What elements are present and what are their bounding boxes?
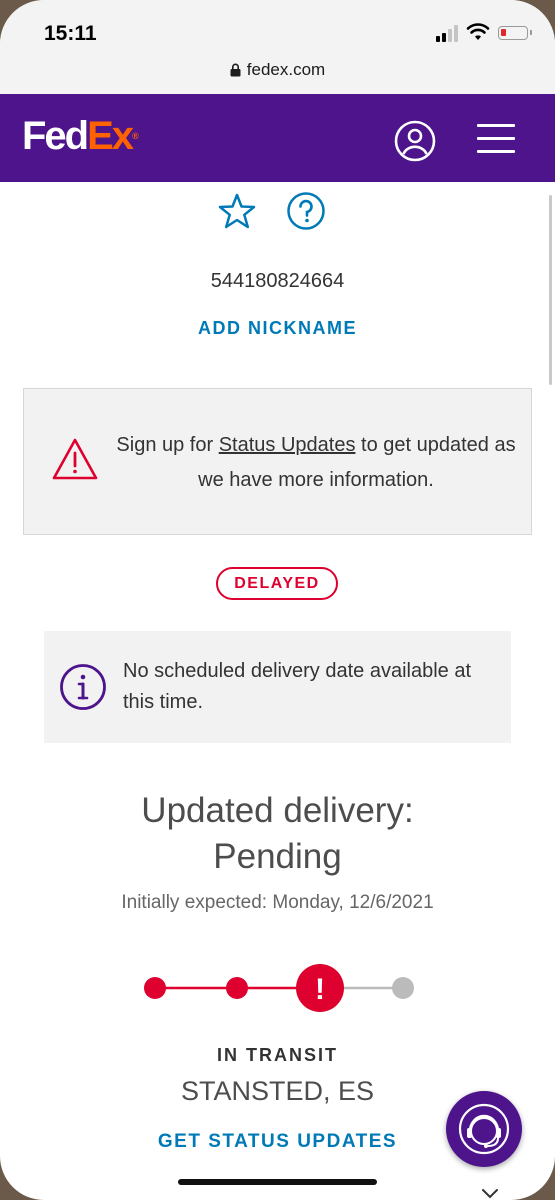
wifi-icon (466, 23, 490, 40)
fedex-logo[interactable]: FedEx® (22, 114, 139, 158)
info-message: No scheduled delivery date available at … (123, 660, 471, 713)
add-nickname-link[interactable]: ADD NICKNAME (0, 318, 555, 339)
battery-low-icon (498, 26, 532, 40)
progress-step-pending (392, 977, 414, 999)
warning-triangle-icon (52, 438, 98, 480)
status-bar: 15:11 (0, 0, 555, 58)
transit-status-label: IN TRANSIT (217, 1045, 338, 1065)
info-icon (60, 664, 106, 710)
chevron-down-icon[interactable] (480, 1188, 500, 1200)
signal-icon (436, 24, 462, 42)
delivery-status: Pending (213, 837, 342, 876)
alert-message: Sign up for Status Updates to get update… (116, 434, 516, 491)
exception-icon: ! (315, 973, 325, 1006)
status-time: 15:11 (44, 22, 97, 45)
progress-step-complete (144, 977, 166, 999)
status-badge: DELAYED (216, 567, 338, 600)
star-icon[interactable] (217, 192, 257, 232)
delivery-title: Updated delivery: (141, 791, 414, 830)
hamburger-menu-icon[interactable] (477, 124, 515, 154)
user-account-icon[interactable] (394, 120, 436, 162)
initially-expected-date: Initially expected: Monday, 12/6/2021 (121, 892, 434, 913)
progress-step-complete (226, 977, 248, 999)
phone-screen: 15:11 fedex.com FedEx® 544180824664 ADD … (0, 0, 555, 1200)
chat-support-button[interactable] (446, 1091, 522, 1167)
home-indicator[interactable] (178, 1179, 377, 1185)
site-header: FedEx® (0, 94, 555, 182)
url-text: fedex.com (246, 60, 326, 79)
status-updates-link[interactable]: Status Updates (219, 434, 356, 456)
shipment-progress-tracker: ! (144, 964, 414, 1012)
lock-icon (230, 63, 241, 77)
customer-support-headset-icon (458, 1103, 510, 1155)
help-question-icon[interactable] (286, 191, 326, 231)
tracking-number: 544180824664 (210, 270, 345, 292)
browser-url-bar[interactable]: fedex.com (0, 58, 555, 94)
